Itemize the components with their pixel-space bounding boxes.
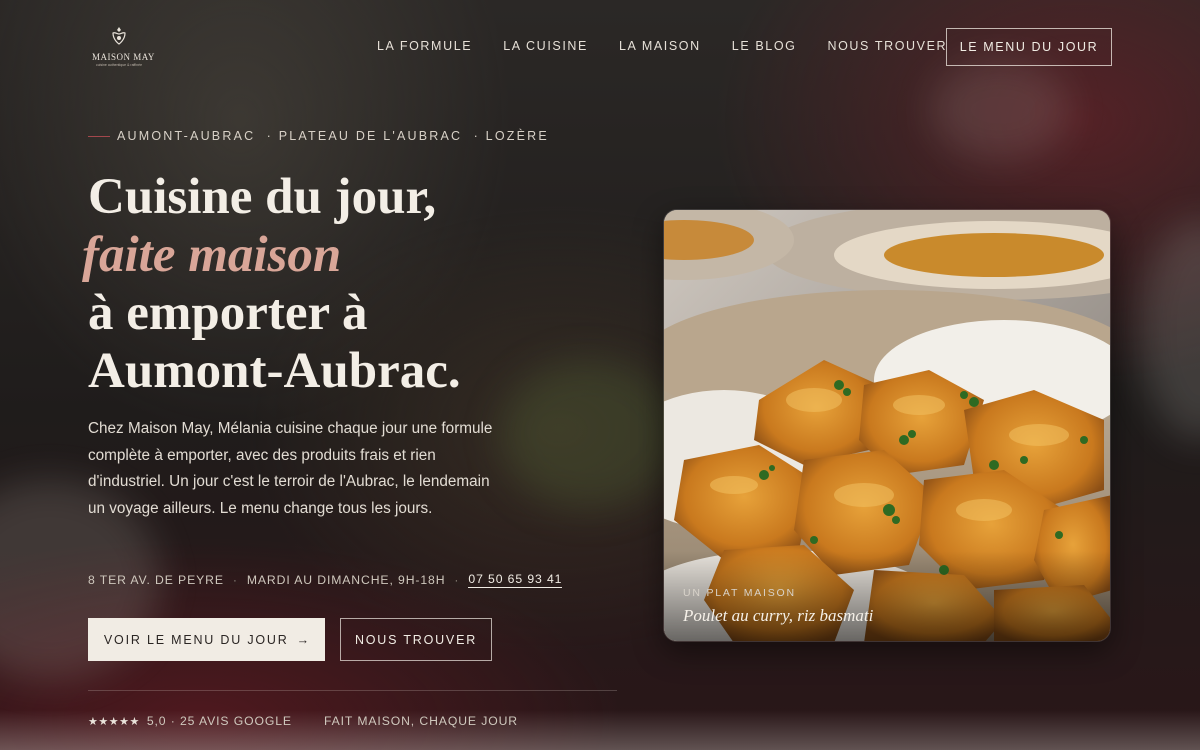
background-blur [1140, 220, 1200, 440]
info-separator: · [232, 573, 238, 587]
menu-du-jour-button[interactable]: LE MENU DU JOUR [946, 28, 1112, 66]
phone-link[interactable]: 07 50 65 93 41 [468, 572, 563, 588]
google-rating: 5,0 · 25 AVIS GOOGLE [146, 714, 292, 728]
hero-headline: Cuisine du jour, faite maison à emporter… [82, 168, 461, 400]
view-menu-label: VOIR LE MENU DU JOUR [103, 632, 289, 647]
logo-icon [112, 27, 126, 45]
headline-line-4: Aumont-Aubrac. [88, 343, 461, 399]
contact-info: 8 TER AV. DE PEYRE · MARDI AU DIMANCHE, … [88, 572, 563, 588]
dish-photo-card: UN PLAT MAISON Poulet au curry, riz basm… [663, 209, 1111, 642]
nav-link-la-formule[interactable]: LA FORMULE [377, 39, 472, 53]
info-separator: · [454, 573, 460, 587]
main-nav: LA FORMULE LA CUISINE LA MAISON LE BLOG … [377, 39, 978, 53]
dish-caption: Poulet au curry, riz basmati [683, 606, 874, 625]
view-menu-button[interactable]: VOIR LE MENU DU JOUR → [88, 618, 325, 661]
nav-link-nous-trouver[interactable]: NOUS TROUVER [827, 39, 947, 53]
headline-line-3: à emporter à [88, 285, 368, 341]
background-blur [500, 360, 680, 510]
eyebrow-rule [88, 135, 110, 137]
nav-link-le-blog[interactable]: LE BLOG [732, 39, 797, 53]
opening-hours: MARDI AU DIMANCHE, 9H-18H [246, 573, 446, 587]
address: 8 TER AV. DE PEYRE [88, 573, 224, 587]
location-eyebrow: AUMONT-AUBRAC · PLATEAU DE L'AUBRAC · LO… [88, 129, 549, 143]
site-header: MAISON MAY cuisine authentique & raffiné… [0, 0, 1200, 92]
homemade-tagline: FAIT MAISON, CHAQUE JOUR [323, 714, 518, 728]
brand-name: MAISON MAY [92, 52, 155, 62]
divider [88, 690, 617, 691]
nav-link-la-maison[interactable]: LA MAISON [619, 39, 701, 53]
hero-intro: Chez Maison May, Mélania cuisine chaque … [88, 420, 493, 517]
social-proof: ★★★★★ 5,0 · 25 AVIS GOOGLE FAIT MAISON, … [88, 714, 518, 728]
star-rating-icon: ★★★★★ [88, 715, 140, 728]
find-us-button[interactable]: NOUS TROUVER [340, 618, 492, 661]
headline-line-1: Cuisine du jour, [88, 169, 437, 225]
headline-accent: faite maison [82, 227, 342, 283]
arrow-right-icon: → [296, 632, 310, 647]
logo[interactable]: MAISON MAY cuisine authentique & raffiné… [92, 26, 155, 70]
eyebrow-text: AUMONT-AUBRAC · PLATEAU DE L'AUBRAC · LO… [117, 129, 549, 143]
dish-kicker: UN PLAT MAISON [683, 587, 796, 599]
nav-link-la-cuisine[interactable]: LA CUISINE [503, 39, 588, 53]
brand-tagline: cuisine authentique & raffinée [95, 63, 143, 67]
